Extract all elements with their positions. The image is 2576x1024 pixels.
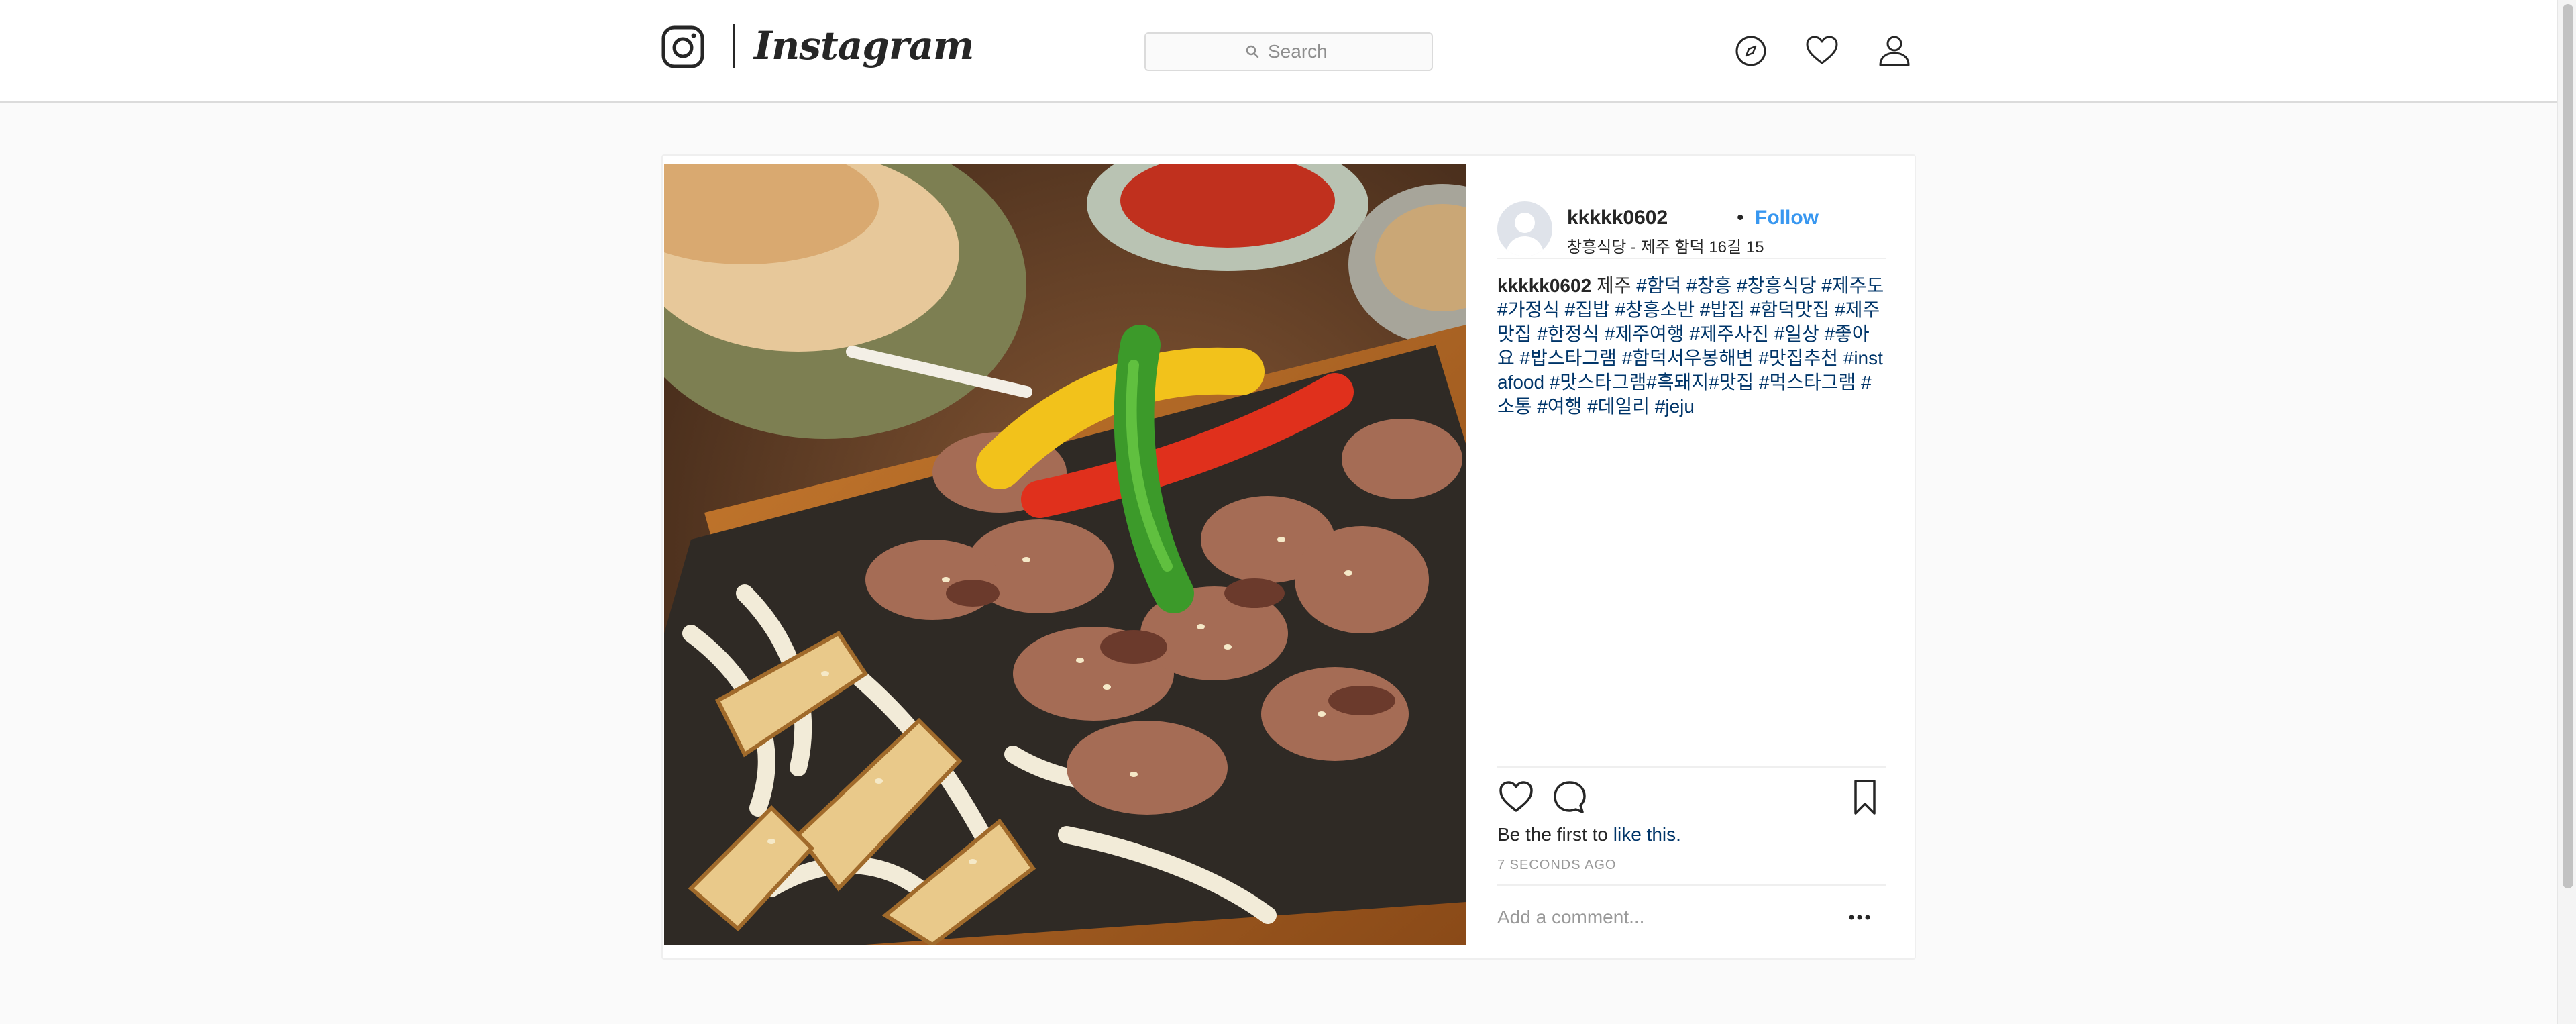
bookmark-icon[interactable]: [1846, 778, 1884, 816]
caption-username[interactable]: kkkkk0602: [1497, 275, 1591, 296]
post-photo[interactable]: [664, 164, 1466, 945]
divider: [1497, 766, 1886, 768]
post-timestamp[interactable]: 7 SECONDS AGO: [1497, 858, 1617, 873]
more-options-icon[interactable]: [1843, 907, 1876, 927]
comment-icon[interactable]: [1551, 778, 1589, 816]
post-location[interactable]: 창흥식당 - 제주 함덕 16길 15: [1567, 234, 1764, 257]
user-icon[interactable]: [1877, 34, 1912, 68]
heart-icon[interactable]: [1497, 778, 1535, 816]
logo-divider: [733, 24, 735, 68]
post-author-username[interactable]: kkkkk0602: [1567, 207, 1668, 229]
caption-hashtags[interactable]: #함덕 #창흥 #창흥식당 #제주도 #가정식 #집밥 #창흥소반 #밥집 #함…: [1497, 275, 1884, 417]
default-avatar-icon: [1497, 201, 1552, 256]
separator-dot: •: [1737, 207, 1744, 229]
grilled-pork-photo: [664, 164, 1466, 945]
search-input[interactable]: [1268, 41, 1332, 62]
divider: [1497, 884, 1886, 886]
scrollbar-thumb[interactable]: [2563, 4, 2573, 888]
post-card: kkkkk0602 • Follow 창흥식당 - 제주 함덕 16길 15 k…: [661, 154, 1916, 960]
page-scrollbar[interactable]: [2557, 0, 2576, 1024]
post-caption: kkkkk0602 제주 #함덕 #창흥 #창흥식당 #제주도 #가정식 #집밥…: [1497, 274, 1886, 419]
post-header: kkkkk0602 • Follow 창흥식당 - 제주 함덕 16길 15: [1497, 178, 1886, 259]
instagram-wordmark[interactable]: Instagram: [754, 19, 974, 72]
post-sidebar: kkkkk0602 • Follow 창흥식당 - 제주 함덕 16길 15 k…: [1497, 156, 1886, 958]
likes-summary: Be the first to like this.: [1497, 824, 1681, 846]
heart-icon[interactable]: [1805, 34, 1839, 68]
top-navigation-bar: Instagram: [0, 0, 2557, 103]
likes-prefix: Be the first to: [1497, 824, 1608, 845]
caption-text: 제주: [1596, 275, 1631, 296]
follow-button[interactable]: Follow: [1755, 207, 1819, 229]
instagram-logo-icon[interactable]: [661, 25, 704, 68]
like-this-link[interactable]: like this.: [1613, 824, 1681, 845]
divider: [1497, 258, 1886, 259]
search-box[interactable]: [1144, 32, 1433, 71]
comment-input[interactable]: [1497, 901, 1819, 934]
avatar[interactable]: [1497, 201, 1552, 256]
compass-icon[interactable]: [1733, 34, 1768, 68]
search-icon: [1246, 45, 1259, 58]
